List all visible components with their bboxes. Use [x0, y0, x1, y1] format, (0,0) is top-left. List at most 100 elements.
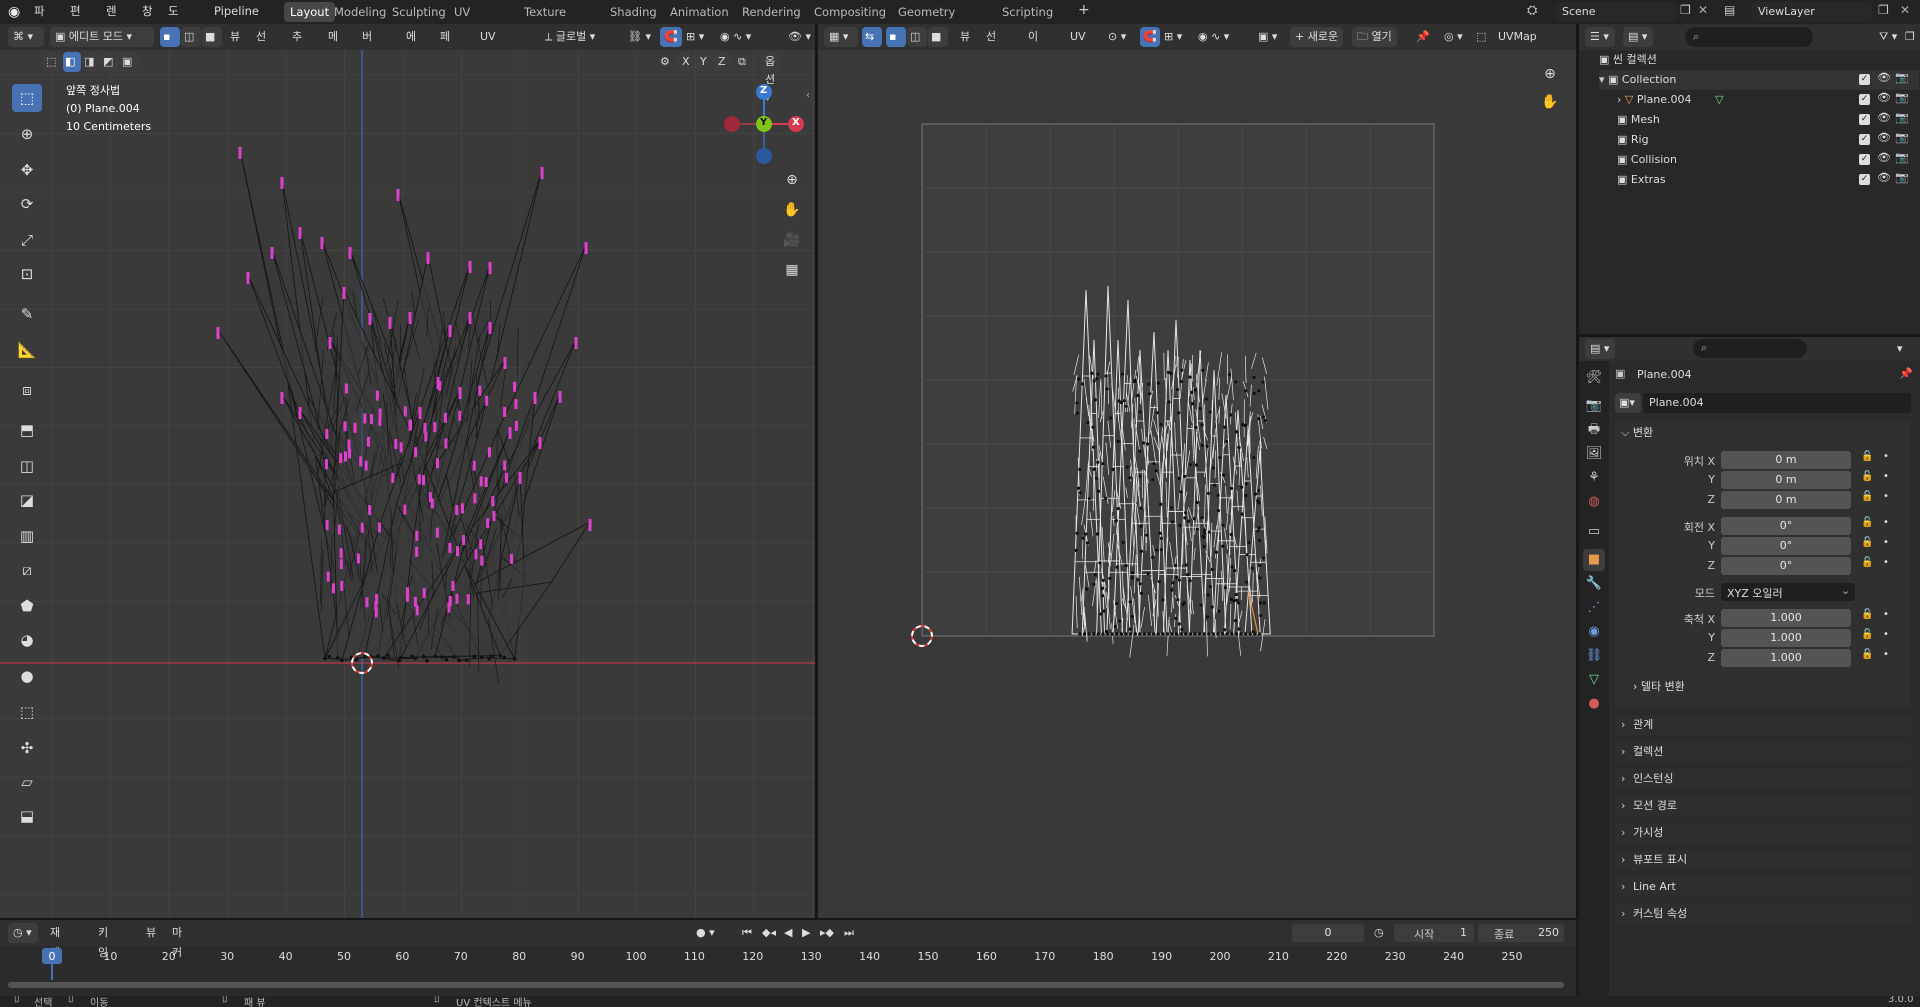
spin-tool-icon[interactable]: ◕: [12, 626, 42, 654]
sidebar-toggle-icon[interactable]: ‹: [806, 90, 810, 101]
outliner-collection-row[interactable]: ▾ ▣ Collection: [1599, 70, 1919, 90]
object-name-field[interactable]: ▣▾ Plane.004: [1615, 393, 1911, 413]
snap-toggle-icon[interactable]: 🧲: [660, 27, 682, 47]
panel-3[interactable]: › 모션 경로: [1615, 796, 1911, 816]
add-workspace-button[interactable]: +: [1078, 2, 1090, 18]
measure-tool-icon[interactable]: 📐: [12, 336, 42, 364]
eye-icon[interactable]: 👁: [1877, 171, 1891, 184]
uv-snap-icon[interactable]: 🧲: [1140, 27, 1160, 47]
tab-modeling[interactable]: Modeling: [328, 2, 392, 22]
poly-build-tool-icon[interactable]: ⬟: [12, 592, 42, 620]
grass-mesh[interactable]: [217, 149, 592, 684]
scale-z-field[interactable]: 1.000: [1721, 649, 1851, 667]
render-camera-icon[interactable]: 📷: [1895, 91, 1909, 104]
smooth-tool-icon[interactable]: ●: [12, 662, 42, 690]
pin-icon[interactable]: 📌: [1416, 27, 1430, 47]
object-name-input[interactable]: Plane.004: [1643, 393, 1911, 413]
menu-item-4[interactable]: 도움말: [168, 0, 179, 62]
object-expand-icon[interactable]: ›: [1617, 93, 1625, 106]
shear-tool-icon[interactable]: ▱: [12, 768, 42, 796]
uv-display-icon[interactable]: ⬚: [1476, 27, 1486, 47]
menu-item-2[interactable]: 렌더: [106, 0, 117, 40]
eye-icon[interactable]: 👁: [1877, 111, 1891, 124]
outliner-editor-type-icon[interactable]: ☰ ▾: [1585, 27, 1615, 47]
uv-pivot-icon[interactable]: ⊙ ▾: [1108, 27, 1126, 47]
location-z-field[interactable]: 0 m: [1721, 491, 1851, 509]
select-extend-icon[interactable]: ◧: [63, 52, 81, 72]
exclude-checkbox[interactable]: ✓: [1859, 94, 1870, 105]
delete-view-layer-icon[interactable]: ✕: [1900, 3, 1910, 17]
mirror-y-button[interactable]: Y: [696, 53, 711, 71]
exclude-checkbox[interactable]: ✓: [1859, 134, 1870, 145]
eye-icon[interactable]: 👁: [1877, 151, 1891, 164]
menu-item-1[interactable]: 편집: [70, 0, 81, 40]
view-layer-tab-icon[interactable]: 🖼: [1583, 443, 1605, 465]
scale-y-field[interactable]: 1.000: [1721, 629, 1851, 647]
lock-icon[interactable]: 🔓: [1861, 517, 1873, 528]
select-subtract-icon[interactable]: ◨: [82, 52, 100, 72]
tool-tab-icon[interactable]: 🛠: [1583, 367, 1605, 389]
timeline-scrollbar[interactable]: [8, 982, 1564, 988]
outliner-object-row[interactable]: › ▽ Plane.004 ▽: [1617, 90, 1917, 110]
viewport-canvas[interactable]: [0, 50, 815, 918]
new-scene-icon[interactable]: ❐: [1680, 3, 1691, 17]
uv-menu-0[interactable]: 뷰: [960, 27, 970, 47]
scale-tool-icon[interactable]: ⤢: [12, 226, 42, 254]
tab-shading[interactable]: Shading: [604, 2, 663, 22]
face-select-button[interactable]: ■: [202, 27, 222, 47]
loop-cut-tool-icon[interactable]: ▥: [12, 522, 42, 550]
outliner-collection-mesh[interactable]: ▣ Mesh: [1617, 110, 1897, 130]
new-image-button[interactable]: + 새로운: [1290, 27, 1344, 47]
filter-icon[interactable]: ⛛ ▾: [1879, 27, 1897, 47]
panel-0[interactable]: › 관계: [1615, 715, 1911, 735]
timeline-editor-type-icon[interactable]: ◷ ▾: [8, 923, 38, 943]
bevel-tool-icon[interactable]: ◪: [12, 486, 42, 514]
extrude-tool-icon[interactable]: ⬒: [12, 416, 42, 444]
tab-compositing[interactable]: Compositing: [808, 2, 892, 22]
jump-end-icon[interactable]: ⏭: [844, 923, 854, 943]
menu-item-3[interactable]: 창: [142, 0, 153, 24]
output-tab-icon[interactable]: 🖶: [1583, 419, 1605, 441]
panel-1[interactable]: › 컬렉션: [1615, 742, 1911, 762]
navigation-gizmo[interactable]: Z Y X: [718, 78, 808, 168]
collection-expand-icon[interactable]: ▾: [1599, 73, 1608, 86]
annotate-tool-icon[interactable]: ✎: [12, 300, 42, 328]
panel-2[interactable]: › 인스턴싱: [1615, 769, 1911, 789]
physics-tab-icon[interactable]: ◉: [1583, 621, 1605, 643]
keyframe-dot-icon[interactable]: •: [1883, 537, 1889, 548]
keyframe-dot-icon[interactable]: •: [1883, 609, 1889, 620]
rotation-x-field[interactable]: 0°: [1721, 517, 1851, 535]
tab-geometry-nodes[interactable]: Geometry Nodes: [892, 2, 961, 39]
timeline-menu-2[interactable]: 뷰: [146, 923, 156, 943]
cursor-tool-icon[interactable]: ⊕: [12, 120, 42, 148]
rotation-z-field[interactable]: 0°: [1721, 557, 1851, 575]
new-view-layer-icon[interactable]: ❐: [1878, 3, 1889, 17]
preview-range-icon[interactable]: ◷: [1374, 923, 1384, 943]
eye-icon[interactable]: 👁: [1877, 91, 1891, 104]
select-invert-icon[interactable]: ◩: [101, 52, 119, 72]
exclude-checkbox[interactable]: ✓: [1859, 114, 1870, 125]
camera-view-icon[interactable]: 🎥: [780, 228, 804, 252]
lock-icon[interactable]: 🔓: [1861, 491, 1873, 502]
keyframe-dot-icon[interactable]: •: [1883, 629, 1889, 640]
tab-sculpting[interactable]: Sculpting: [386, 2, 452, 22]
select-box-tool-icon[interactable]: ⬚: [12, 84, 42, 112]
lock-icon[interactable]: 🔓: [1861, 649, 1873, 660]
scene-tab-icon[interactable]: ⚘: [1583, 467, 1605, 489]
view-layer-selector[interactable]: ViewLayer: [1752, 2, 1872, 22]
display-mode-icon[interactable]: ▤ ▾: [1623, 27, 1653, 47]
eye-icon[interactable]: 👁: [1877, 131, 1891, 144]
object-browse-icon[interactable]: ▣▾: [1615, 393, 1641, 413]
exclude-checkbox[interactable]: ✓: [1859, 74, 1870, 85]
world-tab-icon[interactable]: ◍: [1583, 491, 1605, 513]
vertex-select-button[interactable]: ▪: [160, 27, 180, 47]
jump-start-icon[interactable]: ⏮: [742, 923, 752, 943]
viewport-menu-7[interactable]: UV: [480, 27, 496, 47]
mode-selector[interactable]: ▣ 에디트 모드 ▾: [50, 27, 154, 47]
knife-tool-icon[interactable]: ⧄: [12, 556, 42, 584]
uv-proportional-icon[interactable]: ◉ ∿ ▾: [1198, 27, 1229, 47]
pin-object-icon[interactable]: 📌: [1899, 367, 1913, 380]
render-tab-icon[interactable]: 📷: [1583, 395, 1605, 417]
exclude-checkbox[interactable]: ✓: [1859, 154, 1870, 165]
pivot-icon[interactable]: ⛓ ▾: [628, 27, 651, 47]
